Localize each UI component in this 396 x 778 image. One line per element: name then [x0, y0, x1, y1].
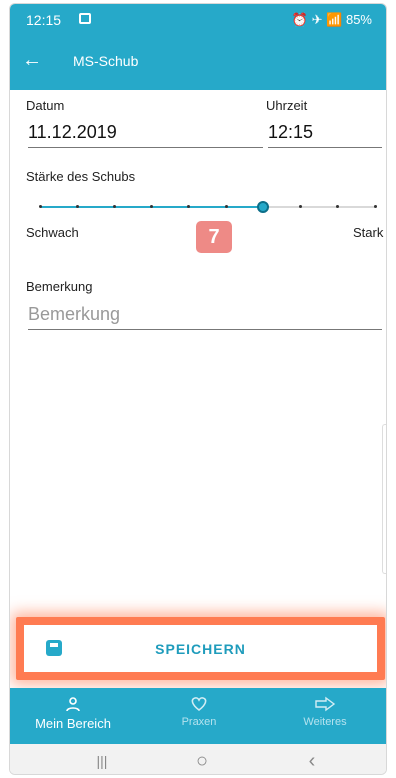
nav-label-praxen: Praxen	[181, 716, 217, 728]
slider-step-dot	[224, 205, 228, 208]
time-field[interactable]: 12:15	[268, 122, 382, 148]
note-label: Bemerkung	[26, 279, 93, 294]
phone-screen: 12:15 ⏰ ✈ 📶 85% ← MS-Schub Datum 11.12.2…	[9, 3, 387, 775]
save-button[interactable]: SPEICHERN	[24, 625, 377, 672]
recent-apps-icon[interactable]: |||	[90, 751, 114, 771]
slider-thumb[interactable]	[257, 201, 270, 213]
slider-min-label: Schwach	[26, 225, 79, 240]
nav-item-praxen[interactable]: Praxen	[136, 688, 262, 744]
back-arrow-icon[interactable]: ←	[22, 48, 46, 72]
date-label: Datum	[26, 98, 65, 113]
nav-label-mein-bereich: Mein Bereich	[35, 716, 111, 731]
system-back-icon[interactable]: ‹	[300, 751, 324, 771]
status-bar: 12:15 ⏰ ✈ 📶 85%	[10, 4, 386, 34]
scrollbar[interactable]	[382, 424, 386, 574]
status-icons: ⏰ ✈ 📶 85%	[291, 12, 372, 27]
slider-step-dot	[373, 205, 377, 208]
page-title: MS-Schub	[73, 53, 139, 69]
nav-item-mein-bereich[interactable]: Mein Bereich	[10, 688, 136, 744]
save-highlight: SPEICHERN	[16, 617, 385, 680]
date-field[interactable]: 11.12.2019	[28, 122, 263, 148]
arrow-right-icon	[262, 688, 386, 716]
save-label: SPEICHERN	[155, 641, 246, 657]
note-input[interactable]: Bemerkung	[28, 304, 382, 330]
strength-slider[interactable]	[35, 198, 380, 216]
system-navigation-bar: ||| ○ ‹	[10, 744, 386, 774]
person-icon	[10, 688, 136, 716]
image-notification-icon	[79, 13, 91, 24]
strength-value-badge: 7	[196, 221, 232, 253]
home-icon[interactable]: ○	[190, 751, 214, 771]
app-bar: ← MS-Schub	[10, 34, 386, 90]
slider-step-dot	[38, 205, 42, 208]
time-label: Uhrzeit	[266, 98, 308, 113]
status-time: 12:15	[26, 12, 62, 28]
slider-max-label: Stark	[353, 225, 384, 240]
nav-item-weiteres[interactable]: Weiteres	[262, 688, 386, 744]
heart-icon	[136, 688, 262, 716]
slider-step-dot	[112, 205, 116, 208]
slider-inactive-track	[263, 206, 375, 208]
strength-label: Stärke des Schubs	[26, 169, 136, 184]
slider-step-dot	[75, 205, 79, 208]
bottom-navigation: Mein Bereich Praxen Weiteres	[10, 688, 386, 744]
nav-label-weiteres: Weiteres	[303, 716, 347, 728]
